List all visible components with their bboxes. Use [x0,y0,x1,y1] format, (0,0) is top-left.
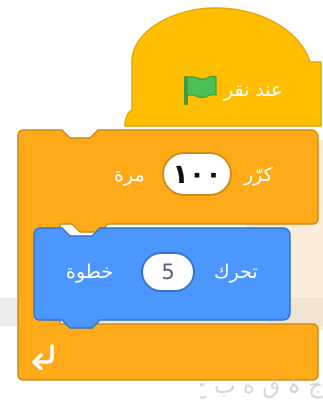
scratch-script-area: عند نقر كرّر ١٠٠ مرة تحرك 5 خطوة ج ۃ ق ه… [0,0,323,401]
move-label: تحرك [214,261,258,283]
steps-label: خطوة [66,261,114,283]
when-flag-clicked-label: عند نقر [224,79,283,101]
loop-arrow-icon [32,344,54,370]
repeat-label: كرّر [244,164,273,186]
repeat-count-input[interactable]: ١٠٠ [162,152,232,196]
move-steps-input[interactable]: 5 [141,252,195,292]
when-flag-clicked-block[interactable] [124,7,322,127]
green-flag-icon [184,75,217,105]
watermark-text: ج ۃ ق ه ب ح ا ل ا [200,373,323,399]
repeat-times-label: مرة [114,164,145,186]
